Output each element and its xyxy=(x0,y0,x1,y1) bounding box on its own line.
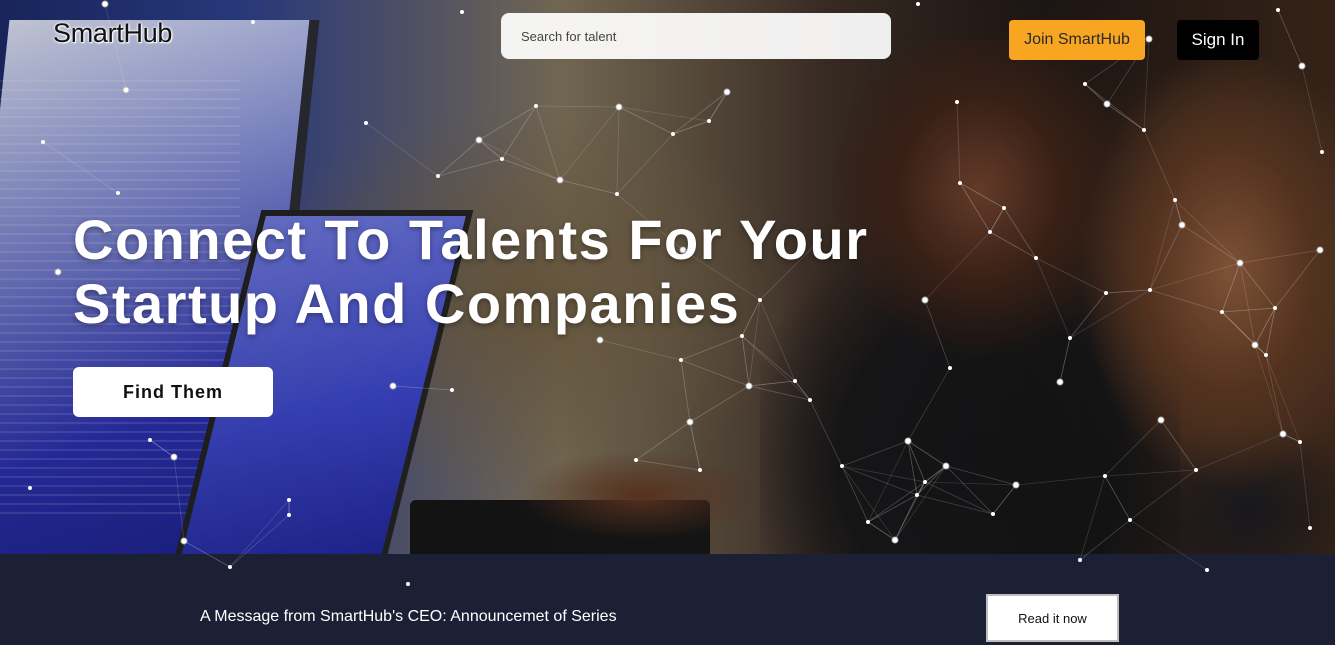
announcement-text: A Message from SmartHub's CEO: Announcem… xyxy=(200,608,617,625)
network-node xyxy=(1205,568,1209,572)
network-node xyxy=(228,565,232,569)
hero-headline: Connect To Talents For Your Startup And … xyxy=(73,208,973,336)
landing-page: SmartHub Join SmartHub Sign In Connect T… xyxy=(0,0,1335,645)
join-smarthub-button[interactable]: Join SmartHub xyxy=(1009,20,1145,60)
find-them-button[interactable]: Find Them xyxy=(73,367,273,417)
search-input[interactable] xyxy=(501,13,891,59)
sign-in-button[interactable]: Sign In xyxy=(1177,20,1259,60)
hero-photo-keyboard xyxy=(410,500,710,554)
read-it-now-button[interactable]: Read it now xyxy=(986,594,1119,642)
smarthub-logo[interactable]: SmartHub xyxy=(53,18,172,49)
network-node xyxy=(406,582,410,586)
hero-headline-line-1: Connect To Talents For Your xyxy=(73,208,869,271)
hero-photo-hand xyxy=(520,450,770,550)
hero-headline-line-2: Startup And Companies xyxy=(73,272,741,335)
hero-photo-man xyxy=(1080,40,1335,554)
network-node xyxy=(1078,558,1082,562)
